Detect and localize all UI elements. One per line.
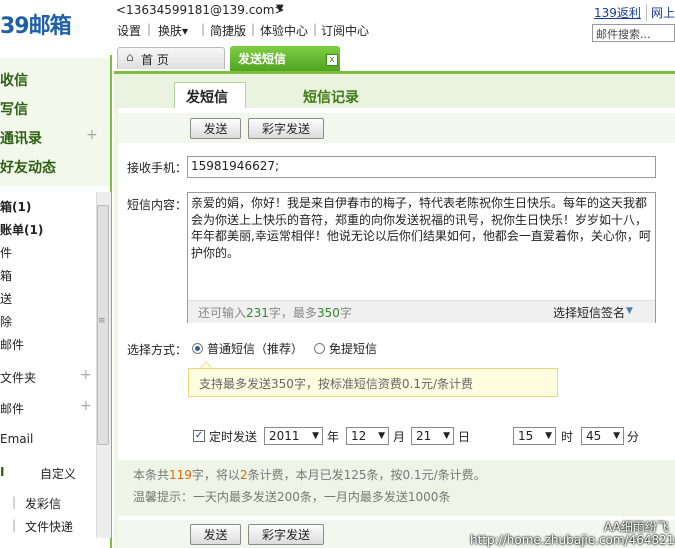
sidebar-divider: |: [12, 518, 17, 532]
chevron-down-icon: ▼: [545, 431, 552, 441]
nav-subscription-center[interactable]: 订阅中心: [321, 22, 369, 39]
sidebar-item-my-folders[interactable]: 文件夹: [0, 369, 36, 386]
subtab-sms-records[interactable]: 短信记录: [303, 87, 359, 107]
color-send-button[interactable]: 彩字发送: [248, 118, 324, 139]
count-mid: 字，最多: [268, 306, 317, 320]
sidebar-item-folder[interactable]: 箱: [0, 267, 12, 284]
count-suffix: 字: [339, 306, 352, 320]
sidebar-item-contacts[interactable]: 通讯录: [0, 128, 42, 148]
chevron-down-icon[interactable]: ▼: [626, 306, 633, 316]
char-count: 还可输入231字，最多350字: [198, 304, 352, 321]
nav-simple-version[interactable]: 简捷版: [210, 22, 246, 39]
month-value: 12: [351, 429, 367, 443]
max-count: 350: [316, 306, 340, 320]
minute-unit: 分: [627, 430, 640, 444]
nav-settings[interactable]: 设置: [117, 22, 141, 39]
minute-value: 45: [586, 429, 602, 443]
subtab-send-sms-label[interactable]: 发短信: [186, 87, 228, 107]
nav-skin[interactable]: 换肤▾: [158, 22, 188, 39]
content-label: 短信内容：: [127, 198, 188, 212]
sidebar-item-folder[interactable]: 箱(1): [0, 198, 31, 215]
billing-msg-count: 2: [239, 468, 248, 482]
method-normal-label[interactable]: 普通短信（推荐）: [207, 340, 303, 357]
nav-separator: |: [313, 22, 318, 36]
sidebar-item-deleted[interactable]: 除: [0, 313, 12, 330]
hour-unit: 时: [561, 430, 574, 444]
chevron-down-icon: ▼: [443, 431, 450, 441]
warm-tip: 温馨提示：一天内最多发送200条，一月内最多发送1000条: [133, 490, 451, 504]
close-icon[interactable]: x: [326, 54, 338, 66]
chevron-down-icon: ▼: [613, 431, 620, 441]
day-unit: 日: [458, 430, 471, 444]
sms-content-text[interactable]: 亲爱的娟，你好！我是来自伊春市的梅子，特代表老陈祝你生日快乐。每年的这天我都会为…: [191, 195, 653, 261]
year-unit: 年: [327, 430, 340, 444]
color-send-button-bottom[interactable]: 彩字发送: [248, 524, 324, 545]
account-dropdown-icon[interactable]: ▼: [276, 3, 284, 14]
billing-text-b: 字，将以: [191, 468, 240, 482]
method-free-label[interactable]: 免提短信: [329, 340, 377, 357]
send-button-bottom[interactable]: 发送: [190, 524, 241, 545]
sidebar-item-apps[interactable]: I: [0, 465, 4, 479]
sidebar-item-inbox[interactable]: 收信: [0, 70, 28, 90]
month-unit: 月: [393, 430, 406, 444]
chevron-down-icon: ▼: [378, 431, 385, 441]
radio-selected-dot: [195, 346, 200, 351]
mail-search-input[interactable]: 邮件搜索...: [592, 24, 675, 42]
nav-separator: |: [201, 22, 206, 36]
sidebar-item-file-express[interactable]: 文件快递: [25, 518, 73, 535]
method-label: 选择方式：: [127, 343, 188, 357]
sidebar-item-mms[interactable]: 发彩信: [25, 495, 61, 512]
sidebar-item-email[interactable]: Email: [0, 432, 33, 446]
minute-select[interactable]: 45 ▼: [581, 427, 624, 445]
home-icon: ⌂: [126, 50, 134, 64]
sidebar-item-folder[interactable]: 件: [0, 244, 12, 261]
sidebar-item-friend-feed[interactable]: 好友动态: [0, 157, 56, 177]
hour-select[interactable]: 15 ▼: [513, 427, 556, 445]
sidebar-divider: |: [12, 495, 17, 509]
grip-icon: ≡: [98, 316, 106, 326]
notice-text: 支持最多发送350字，按标准短信资费0.1元/条计费: [199, 377, 474, 391]
nav-separator: |: [147, 22, 152, 36]
year-select[interactable]: 2011 ▼: [264, 427, 323, 445]
hour-value: 15: [518, 429, 534, 443]
tab-send-sms-label[interactable]: 发送短信: [238, 50, 286, 67]
recipient-phone-input[interactable]: 15981946627;: [187, 156, 656, 178]
sidebar-item-other-mail[interactable]: 邮件: [0, 400, 24, 417]
count-prefix: 还可输入: [198, 306, 247, 320]
sidebar-item-sent[interactable]: 送: [0, 290, 12, 307]
tab-home-label[interactable]: 首 页: [141, 51, 169, 68]
account-address[interactable]: <13634599181@139.com>: [116, 3, 284, 17]
timed-send-checkbox[interactable]: ✓: [193, 430, 205, 442]
nav-separator: |: [251, 22, 256, 36]
chevron-down-icon: ▼: [312, 431, 319, 441]
notice-pointer-inner: [201, 362, 211, 368]
sidebar-item-mail[interactable]: 邮件: [0, 336, 24, 353]
expand-plus-icon[interactable]: +: [80, 398, 92, 414]
rebate-link[interactable]: 139返利: [594, 4, 641, 21]
day-select[interactable]: 21 ▼: [411, 427, 454, 445]
month-select[interactable]: 12 ▼: [346, 427, 389, 445]
remaining-count: 231: [246, 306, 269, 320]
nav-experience-center[interactable]: 体验中心: [260, 22, 308, 39]
send-button[interactable]: 发送: [190, 118, 241, 139]
sidebar-item-compose[interactable]: 写信: [0, 99, 28, 119]
billing-text-a: 本条共: [133, 468, 170, 482]
watermark-url: http://home.zhubajie.com/4648216/: [470, 533, 675, 547]
billing-info: 本条共119字，将以2条计费，本月已发125条，按0.1元/条计费。: [133, 466, 486, 483]
sidebar-item-bills[interactable]: 账单(1): [0, 221, 43, 238]
sidebar-item-custom[interactable]: 自定义: [40, 465, 76, 482]
expand-plus-icon[interactable]: +: [80, 367, 92, 383]
signature-select[interactable]: 选择短信签名: [553, 304, 625, 321]
expand-plus-icon[interactable]: +: [86, 127, 98, 143]
timed-send-label[interactable]: 定时发送: [209, 428, 257, 445]
recipient-label: 接收手机：: [127, 161, 188, 175]
radio-free-sms[interactable]: [314, 343, 325, 354]
year-value: 2011: [269, 429, 300, 443]
online-link[interactable]: 网上: [646, 4, 675, 21]
billing-char-count: 119: [169, 468, 192, 482]
billing-text-c: 条计费，本月已发125条，按0.1元/条计费。: [247, 468, 486, 482]
day-value: 21: [416, 429, 432, 443]
logo: 39邮箱: [0, 14, 72, 39]
